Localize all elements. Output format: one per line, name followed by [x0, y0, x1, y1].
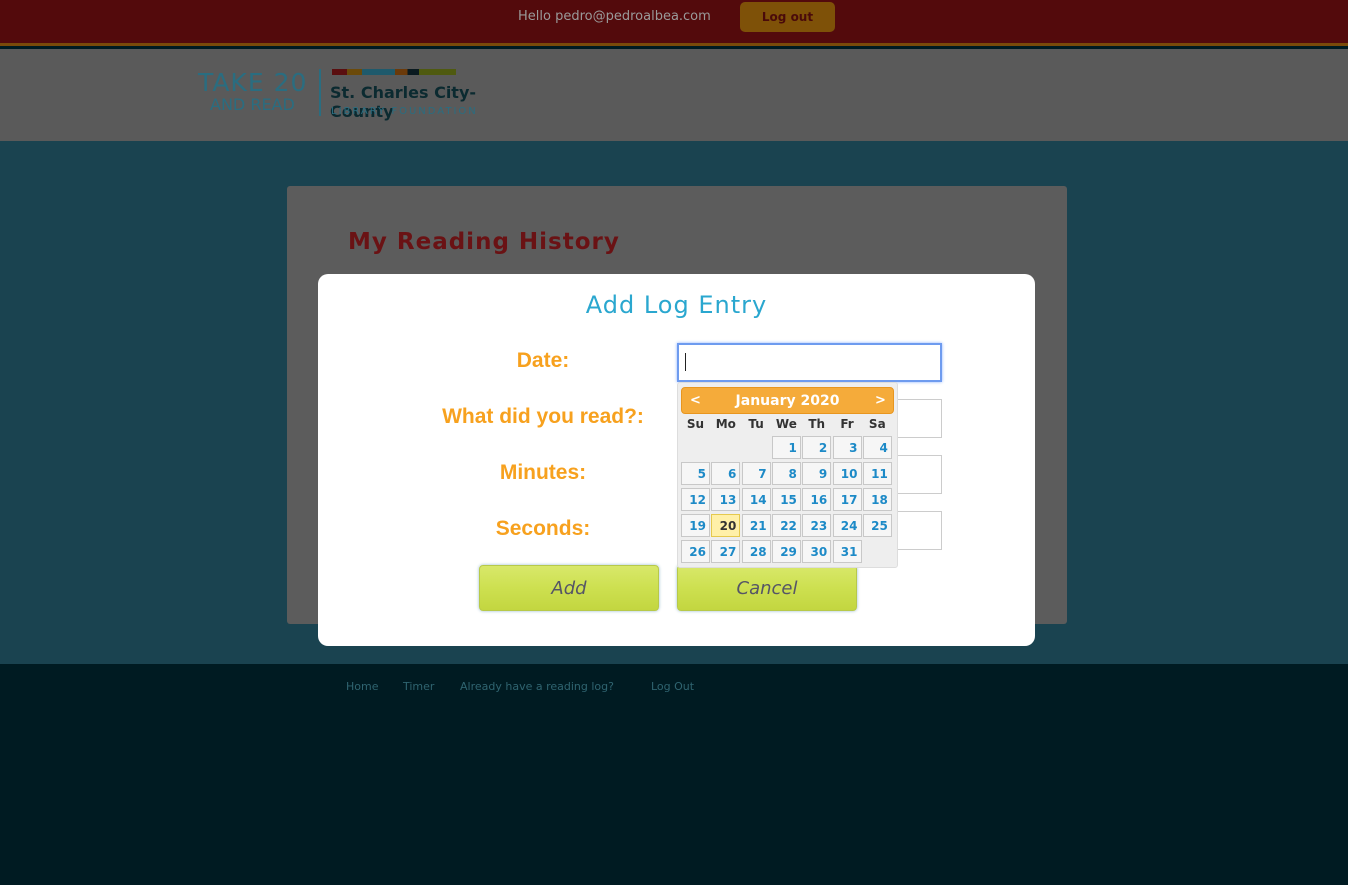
add-button[interactable]: Add — [479, 565, 659, 611]
calendar-day[interactable]: 5 — [681, 462, 710, 485]
weekday-header: Sa — [868, 417, 886, 431]
weekday-header: Tu — [748, 417, 764, 431]
calendar-day[interactable]: 22 — [771, 514, 801, 537]
calendar-day[interactable]: 1 — [771, 436, 801, 459]
calendar-day[interactable]: 31 — [832, 540, 862, 563]
datepicker-month: January 2020 — [681, 387, 894, 414]
calendar-day[interactable]: 9 — [802, 462, 832, 485]
logo[interactable]: TAKE 20 AND READ St. Charles City-County… — [198, 68, 518, 121]
date-label: Date: — [516, 349, 570, 372]
cancel-button[interactable]: Cancel — [677, 565, 857, 611]
calendar-day[interactable]: 8 — [771, 462, 801, 485]
footer-link-timer[interactable]: Timer — [403, 680, 434, 693]
date-input[interactable] — [677, 343, 942, 382]
weekday-header: We — [775, 417, 797, 431]
text-caret — [685, 353, 686, 371]
calendar-day[interactable]: 24 — [832, 514, 862, 537]
weekday-header: Fr — [840, 417, 854, 431]
footer — [0, 664, 1348, 885]
calendar-day[interactable]: 26 — [681, 540, 710, 563]
modal-title: Add Log Entry — [585, 291, 768, 319]
calendar-day[interactable]: 19 — [681, 514, 710, 537]
calendar-day[interactable]: 4 — [862, 436, 892, 459]
calendar-day[interactable]: 18 — [862, 488, 892, 511]
weekday-header: Th — [808, 417, 826, 431]
calendar-day[interactable]: 2 — [802, 436, 832, 459]
footer-link-reading-log[interactable]: Already have a reading log? — [460, 680, 614, 693]
calendar-day[interactable]: 25 — [862, 514, 892, 537]
calendar-day[interactable]: 3 — [832, 436, 862, 459]
title-label: What did you read?: — [442, 405, 644, 428]
calendar-day[interactable]: 29 — [771, 540, 801, 563]
calendar-day[interactable]: 11 — [862, 462, 892, 485]
prev-month-button[interactable]: < — [690, 393, 701, 408]
calendar-day[interactable]: 14 — [741, 488, 771, 511]
weekday-header: Su — [686, 417, 705, 431]
calendar-day[interactable]: 13 — [711, 488, 741, 511]
calendar-day[interactable]: 16 — [802, 488, 832, 511]
calendar-day[interactable]: 15 — [771, 488, 801, 511]
page-title: My Reading History — [348, 229, 620, 255]
calendar-day[interactable]: 23 — [802, 514, 832, 537]
next-month-button[interactable]: > — [875, 393, 886, 408]
greeting: Hello pedro@pedroalbea.com — [518, 9, 711, 24]
calendar-day[interactable]: 21 — [741, 514, 771, 537]
calendar-day[interactable]: 28 — [741, 540, 771, 563]
calendar-day[interactable]: 17 — [832, 488, 862, 511]
color-stripe — [332, 69, 456, 75]
calendar-day[interactable]: 6 — [711, 462, 741, 485]
minutes-label: Minutes: — [499, 461, 587, 484]
calendar-day[interactable]: 27 — [711, 540, 741, 563]
calendar-day[interactable]: 12 — [681, 488, 710, 511]
calendar-day[interactable]: 20 — [711, 514, 741, 537]
footer-link-home[interactable]: Home — [346, 680, 378, 693]
calendar-day[interactable]: 7 — [741, 462, 771, 485]
logout-button[interactable]: Log out — [740, 2, 835, 32]
calendar-day[interactable]: 10 — [832, 462, 862, 485]
calendar-day[interactable]: 30 — [802, 540, 832, 563]
footer-link-logout[interactable]: Log Out — [651, 680, 694, 693]
weekday-header: Mo — [715, 417, 736, 431]
seconds-label: Seconds: — [495, 517, 591, 540]
